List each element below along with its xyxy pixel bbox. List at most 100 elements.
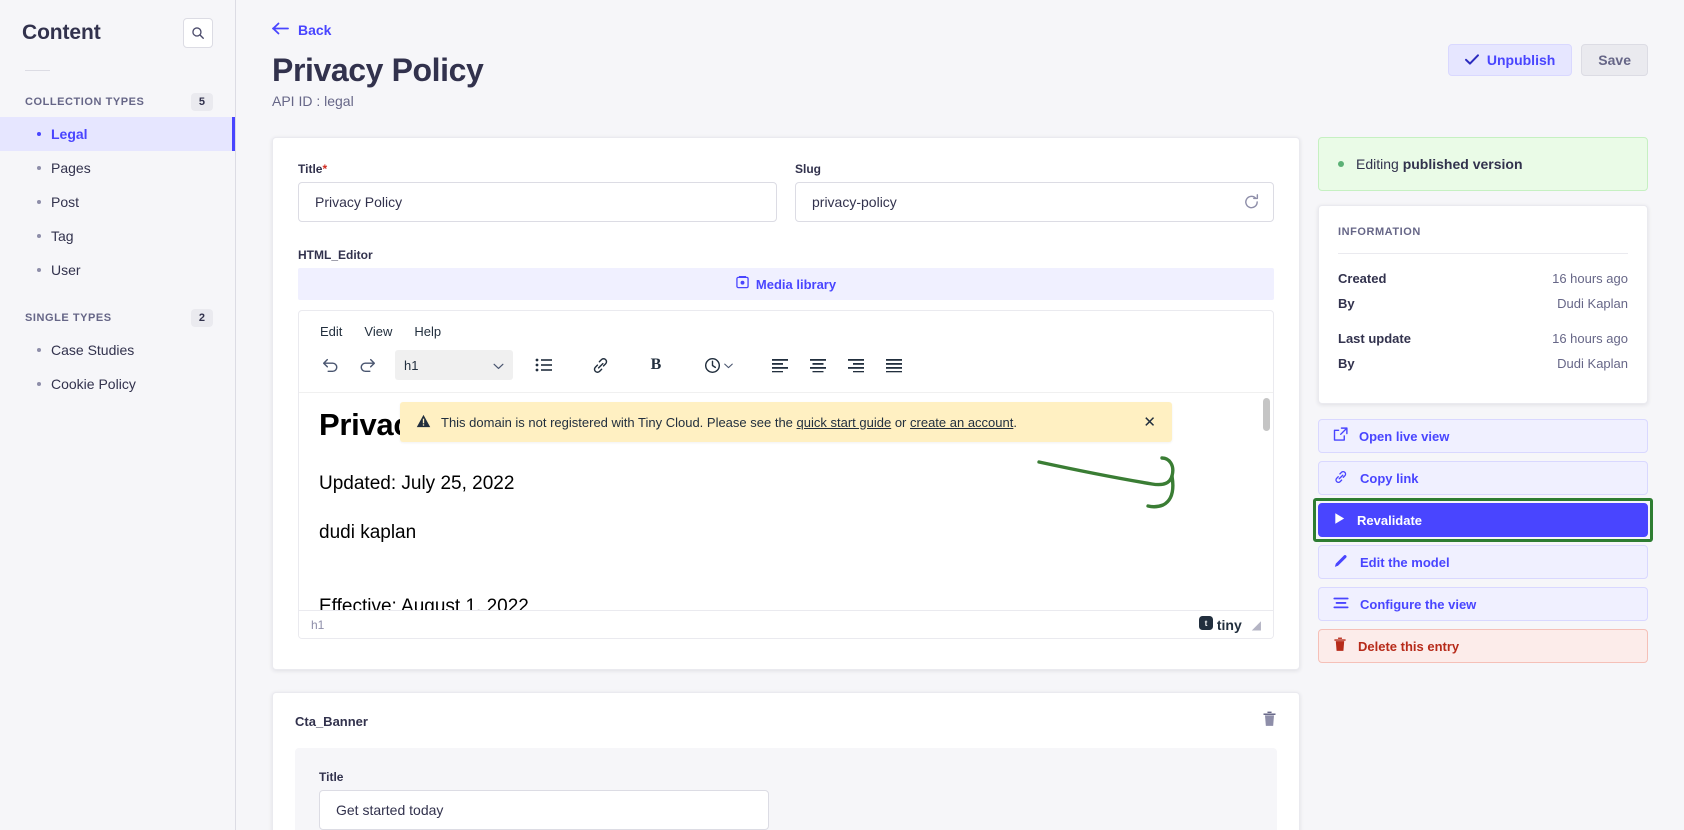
bullet-icon — [37, 268, 41, 272]
status-prefix: Editing — [1356, 156, 1399, 172]
history-icon[interactable] — [695, 350, 741, 380]
single-types-list: Case Studies Cookie Policy — [0, 333, 235, 401]
menu-help[interactable]: Help — [407, 321, 448, 342]
sidebar-item-label: Tag — [51, 228, 74, 244]
check-icon — [1464, 52, 1479, 68]
configure-the-view-button[interactable]: Configure the view — [1318, 587, 1648, 621]
notification-text: This domain is not registered with Tiny … — [441, 415, 1017, 430]
bullet-icon — [37, 348, 41, 352]
doc-line-updated: Updated: July 25, 2022 — [319, 473, 515, 494]
cta-title-input[interactable] — [319, 790, 769, 830]
sidebar-item-label: Cookie Policy — [51, 376, 136, 392]
collection-types-count: 5 — [190, 93, 213, 111]
header-actions: Unpublish Save — [1447, 0, 1648, 76]
open-live-view-button[interactable]: Open live view — [1318, 419, 1648, 453]
chevron-down-icon — [493, 358, 504, 373]
sidebar-item-pages[interactable]: Pages — [0, 151, 235, 185]
sidebar-item-case-studies[interactable]: Case Studies — [0, 333, 235, 367]
editor-menubar: Edit View Help — [299, 311, 1273, 346]
save-button[interactable]: Save — [1581, 44, 1648, 76]
svg-text:t: t — [1205, 619, 1208, 628]
entry-side-panel: Editing published version INFORMATION Cr… — [1313, 137, 1653, 663]
info-key: Last update — [1338, 331, 1411, 346]
title-input[interactable] — [298, 182, 777, 222]
cta-banner-card: Cta_Banner Title — [272, 692, 1300, 830]
sidebar-header: Content — [0, 0, 235, 48]
single-types-count: 2 — [190, 309, 213, 327]
sidebar-item-post[interactable]: Post — [0, 185, 235, 219]
sidebar-title: Content — [22, 21, 101, 44]
align-right-icon[interactable] — [839, 350, 873, 380]
format-select[interactable]: h1 — [395, 350, 513, 380]
sidebar-search-button[interactable] — [183, 18, 213, 48]
arrow-left-icon — [272, 22, 289, 38]
media-library-button[interactable]: Media library — [298, 268, 1274, 300]
undo-icon[interactable] — [313, 350, 347, 380]
info-row-created: Created 16 hours ago — [1338, 271, 1628, 286]
close-icon[interactable]: ✕ — [1143, 413, 1156, 431]
main-content: Back Privacy Policy API ID : legal Unpub… — [236, 0, 1684, 830]
refresh-icon[interactable] — [1243, 194, 1260, 211]
unpublish-label: Unpublish — [1486, 52, 1556, 68]
trash-icon[interactable] — [1262, 711, 1277, 732]
unpublish-button[interactable]: Unpublish — [1447, 44, 1573, 76]
collection-types-list: Legal Pages Post Tag User — [0, 117, 235, 287]
editor-element-path[interactable]: h1 — [311, 618, 324, 632]
bullet-list-icon[interactable] — [527, 350, 561, 380]
sidebar-item-label: Case Studies — [51, 342, 135, 358]
media-library-label: Media library — [755, 276, 837, 292]
sidebar-item-cookie-policy[interactable]: Cookie Policy — [0, 367, 235, 401]
sidebar-item-user[interactable]: User — [0, 253, 235, 287]
play-icon — [1333, 512, 1346, 528]
info-value: Dudi Kaplan — [1557, 356, 1628, 371]
collection-types-header: COLLECTION TYPES 5 — [0, 71, 235, 111]
sidebar-item-label: User — [51, 262, 81, 278]
info-row-updated-by: By Dudi Kaplan — [1338, 356, 1628, 371]
single-types-header: SINGLE TYPES 2 — [0, 287, 235, 327]
revalidate-button[interactable]: Revalidate — [1318, 503, 1648, 537]
back-link[interactable]: Back — [272, 22, 331, 38]
sidebar-item-tag[interactable]: Tag — [0, 219, 235, 253]
cta-title-field-group: Title — [319, 770, 769, 830]
create-account-link[interactable]: create an account — [910, 415, 1013, 430]
editor-content-area[interactable]: Privacy Policy Updated: July 25, 2022 du… — [299, 392, 1273, 610]
menu-view[interactable]: View — [357, 321, 399, 342]
slug-field-label: Slug — [795, 162, 821, 176]
align-left-icon[interactable] — [763, 350, 797, 380]
editing-status-text: Editing published version — [1356, 156, 1523, 172]
content-columns: Title* Slug — [272, 137, 1653, 830]
bullet-icon — [37, 382, 41, 386]
slug-input[interactable] — [795, 182, 1274, 222]
delete-this-entry-label: Delete this entry — [1358, 638, 1460, 654]
info-row-last-update: Last update 16 hours ago — [1338, 331, 1628, 346]
bullet-icon — [37, 166, 41, 170]
sidebar-item-label: Pages — [51, 160, 91, 176]
search-icon — [191, 26, 205, 40]
revalidate-label: Revalidate — [1357, 512, 1423, 528]
app-root: Content COLLECTION TYPES 5 Legal Pages P… — [0, 0, 1684, 830]
delete-this-entry-button[interactable]: Delete this entry — [1318, 629, 1648, 663]
edit-the-model-button[interactable]: Edit the model — [1318, 545, 1648, 579]
quick-start-guide-link[interactable]: quick start guide — [797, 415, 892, 430]
link-icon[interactable] — [583, 350, 617, 380]
redo-icon[interactable] — [351, 350, 385, 380]
edit-the-model-label: Edit the model — [1360, 554, 1450, 570]
bold-icon[interactable]: B — [639, 350, 673, 380]
cta-title-label: Title — [319, 770, 344, 784]
sidebar-item-legal[interactable]: Legal — [0, 117, 235, 151]
editor-scrollbar-thumb[interactable] — [1263, 398, 1270, 431]
editor-resize-handle[interactable]: ◢ — [1252, 618, 1261, 632]
sliders-icon — [1333, 596, 1349, 613]
tiny-brand[interactable]: t tiny — [1198, 616, 1242, 633]
info-key: By — [1338, 356, 1355, 371]
menu-edit[interactable]: Edit — [313, 321, 349, 342]
bullet-icon — [37, 234, 41, 238]
collection-types-label: COLLECTION TYPES — [25, 96, 145, 108]
align-justify-icon[interactable] — [877, 350, 911, 380]
tiny-brand-label: tiny — [1216, 616, 1242, 633]
copy-link-button[interactable]: Copy link — [1318, 461, 1648, 495]
api-id-label: API ID : legal — [272, 93, 354, 109]
cta-banner-label: Cta_Banner — [295, 714, 368, 729]
html-editor-label: HTML_Editor — [298, 248, 373, 262]
align-center-icon[interactable] — [801, 350, 835, 380]
